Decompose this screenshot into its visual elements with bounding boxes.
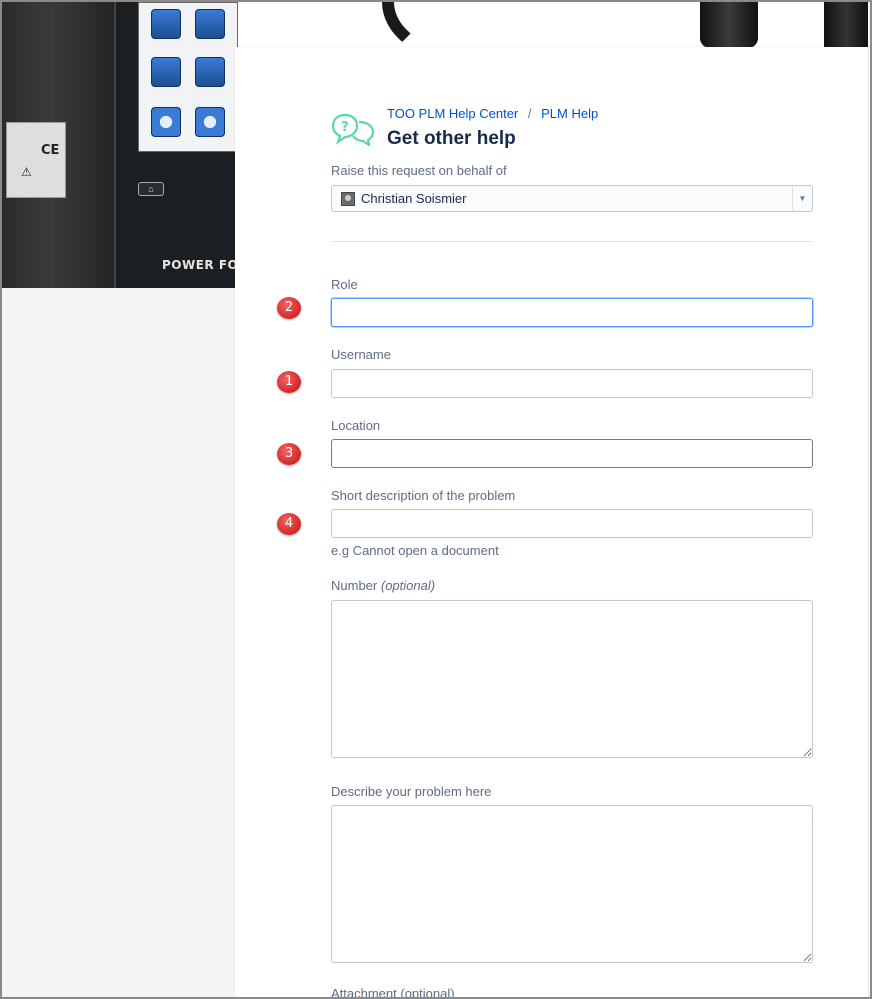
controller-tile-icon [151, 57, 181, 87]
tool-handle-shape [824, 2, 868, 48]
on-behalf-label: Raise this request on behalf of [331, 163, 507, 178]
annotation-marker-3: 3 [277, 443, 301, 465]
number-label-text: Number [331, 578, 378, 593]
chevron-down-icon[interactable]: ▼ [792, 186, 812, 211]
home-icon: ⌂ [138, 182, 164, 196]
breadcrumb-separator: / [527, 106, 532, 121]
device-screen [138, 2, 238, 152]
annotation-marker-4: 4 [277, 513, 301, 535]
username-label: Username [331, 347, 391, 362]
describe-label: Describe your problem here [331, 784, 492, 799]
tool-tile-icon [151, 9, 181, 39]
number-optional-text: (optional) [380, 578, 436, 593]
warning-icon: ⚠ [21, 165, 32, 179]
breadcrumb-service-desk-link[interactable]: PLM Help [541, 106, 598, 121]
virtual-station-tile-icon [195, 9, 225, 39]
short-description-hint: e.g Cannot open a document [331, 543, 499, 558]
avatar [341, 192, 355, 206]
shortcut-tile-icon [195, 107, 225, 137]
location-label: Location [331, 418, 381, 433]
location-input[interactable] [331, 439, 813, 468]
role-input[interactable] [331, 298, 813, 327]
short-description-label: Short description of the problem [331, 488, 516, 503]
tool-handle-shape [700, 2, 758, 48]
svg-text:?: ? [341, 120, 349, 135]
username-input[interactable] [331, 369, 813, 398]
number-textarea[interactable] [331, 600, 813, 758]
reports-tile-icon [195, 57, 225, 87]
annotation-marker-2: 2 [277, 297, 301, 319]
attachment-label: Attachment (optional) [331, 986, 455, 999]
short-description-input[interactable] [331, 509, 813, 538]
number-label: Number (optional) [331, 578, 435, 593]
annotation-marker-1: 1 [277, 371, 301, 393]
help-chat-icon: ? [331, 113, 375, 146]
breadcrumb-portal-link[interactable]: TOO PLM Help Center [387, 106, 518, 121]
page-title: Get other help [387, 128, 516, 149]
on-behalf-value: Christian Soismier [361, 191, 467, 206]
ce-mark: CE [41, 143, 60, 158]
describe-textarea[interactable] [331, 805, 813, 963]
role-label: Role [331, 277, 358, 292]
shortcut-tile-icon [151, 107, 181, 137]
breadcrumb: TOO PLM Help Center / PLM Help [387, 106, 598, 121]
form-divider [331, 241, 813, 242]
device-label-plate: CE ⚠ [6, 122, 66, 198]
on-behalf-select[interactable]: Christian Soismier ▼ [331, 185, 813, 212]
